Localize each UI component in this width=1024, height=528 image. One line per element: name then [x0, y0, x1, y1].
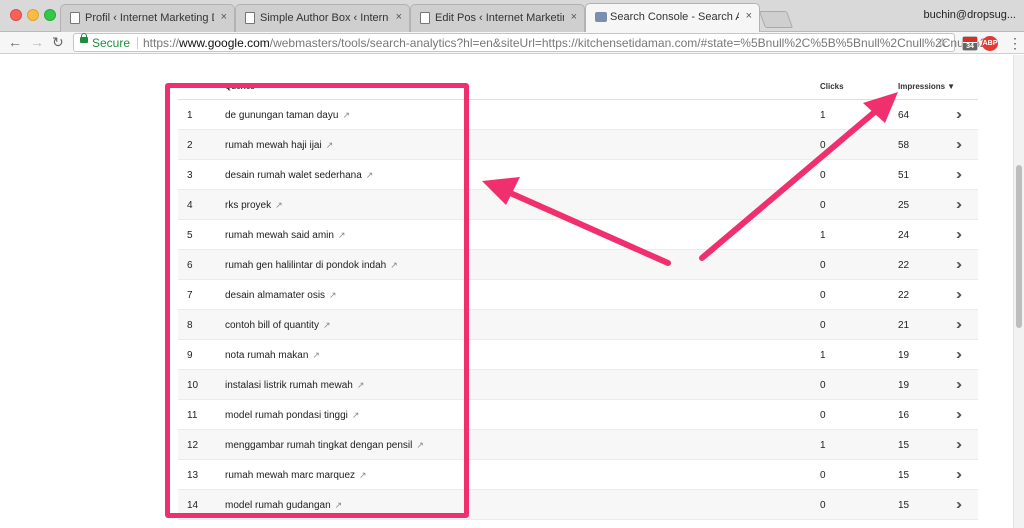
arrow-to-queries	[482, 177, 671, 266]
arrow-to-impressions	[699, 92, 898, 261]
annotation-arrows	[482, 92, 898, 266]
